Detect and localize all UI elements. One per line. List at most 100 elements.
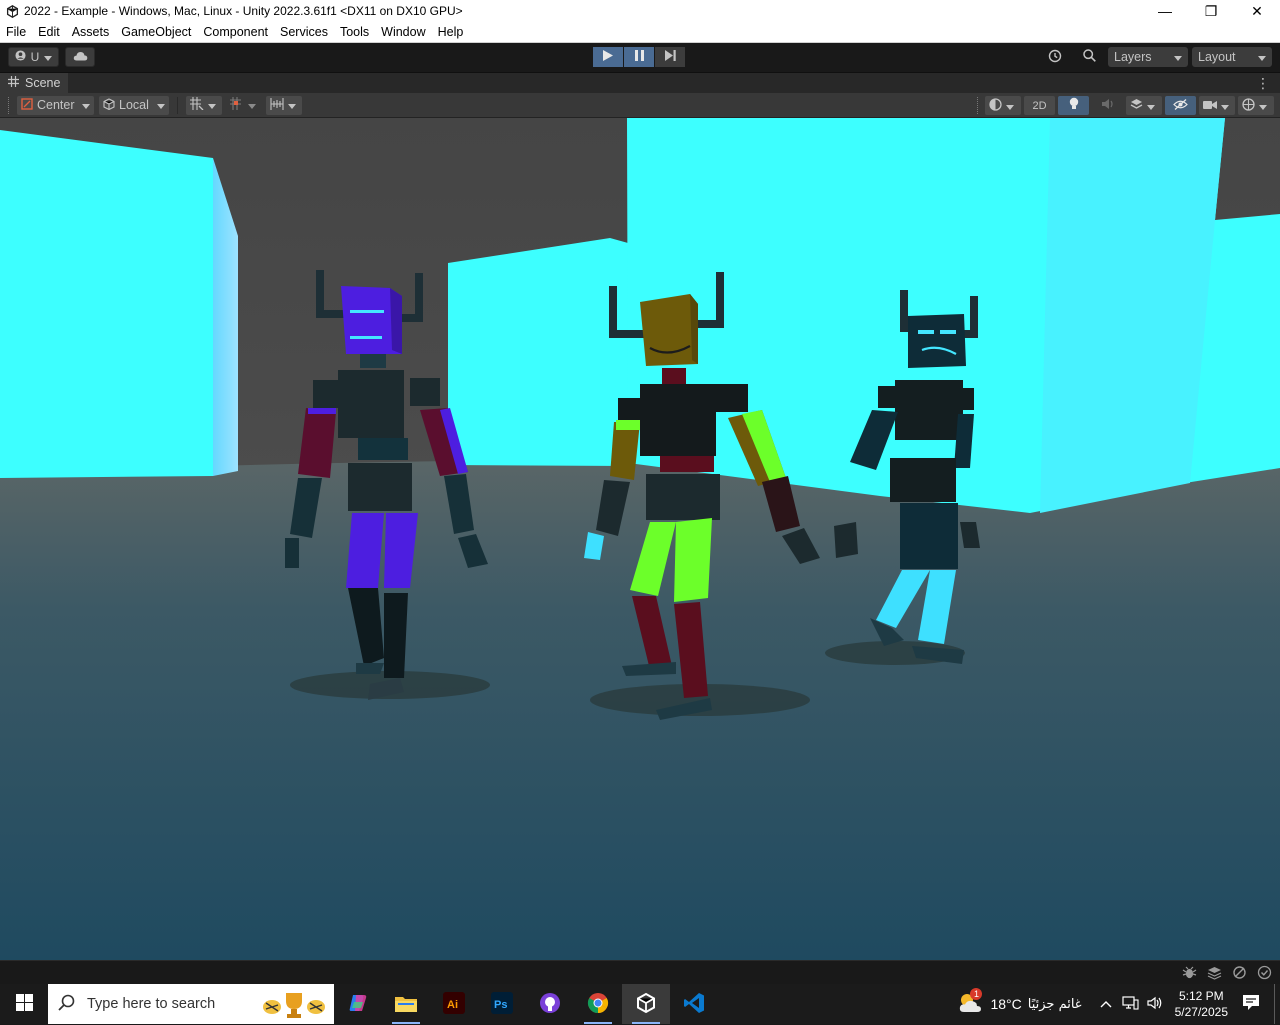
ruler-snap-dropdown[interactable] (266, 95, 302, 115)
account-dropdown[interactable]: U (8, 47, 59, 67)
space-label: Local (119, 98, 149, 112)
window-title: 2022 - Example - Windows, Mac, Linux - U… (24, 4, 463, 18)
toggle-2d-button[interactable]: 2D (1024, 96, 1055, 115)
lighting-bake-icon[interactable] (1232, 965, 1247, 983)
cloud-button[interactable] (65, 47, 95, 67)
step-button[interactable] (655, 47, 685, 67)
windows-taskbar: Type here to search Ai Ps 1 18°C غائم جز… (0, 984, 1280, 1024)
status-bar-icons (1182, 965, 1272, 983)
layers-stack-icon[interactable] (1207, 965, 1222, 983)
taskbar-vscode[interactable] (670, 984, 718, 1024)
chevron-down-icon (1258, 50, 1266, 64)
tab-scene[interactable]: Scene (0, 72, 69, 94)
chevron-up-icon[interactable] (1100, 997, 1112, 1011)
clock[interactable]: 5:12 PM 5/27/2025 (1175, 988, 1228, 1020)
menu-gameobject[interactable]: GameObject (115, 25, 197, 39)
camera-icon (1203, 99, 1217, 113)
debug-bug-icon[interactable] (1182, 965, 1197, 983)
menu-assets[interactable]: Assets (66, 25, 116, 39)
gizmos-dropdown[interactable] (1238, 96, 1274, 115)
github-icon (539, 992, 561, 1017)
check-circle-icon[interactable] (1257, 965, 1272, 983)
layers-dropdown[interactable]: Layers (1108, 47, 1188, 67)
camera-dropdown[interactable] (1199, 96, 1235, 115)
visibility-toggle-button[interactable] (1165, 96, 1196, 115)
snap-increment-icon (230, 97, 244, 113)
start-button[interactable] (0, 984, 48, 1024)
menu-tools[interactable]: Tools (334, 25, 375, 39)
toolbar-handle (977, 97, 980, 114)
menu-edit[interactable]: Edit (32, 25, 66, 39)
minimize-button[interactable]: — (1142, 0, 1188, 22)
illustrator-icon: Ai (443, 991, 465, 1017)
ruler-icon (270, 97, 284, 113)
play-button[interactable] (593, 47, 623, 67)
taskbar-unity[interactable] (622, 984, 670, 1024)
title-bar: 2022 - Example - Windows, Mac, Linux - U… (0, 0, 1280, 22)
taskbar-search-box[interactable]: Type here to search (48, 984, 334, 1024)
clock-time: 5:12 PM (1178, 989, 1224, 1003)
menu-file[interactable]: File (0, 25, 32, 39)
audio-toggle-button[interactable] (1092, 96, 1123, 115)
show-desktop-button[interactable] (1274, 984, 1280, 1024)
close-button[interactable]: ✕ (1234, 0, 1280, 22)
chevron-down-icon (1006, 99, 1014, 113)
taskbar-photoshop[interactable]: Ps (478, 984, 526, 1024)
pivot-center-dropdown[interactable]: Center (17, 95, 94, 115)
lighting-toggle-button[interactable] (1058, 96, 1089, 115)
svg-text:Ai: Ai (447, 999, 458, 1011)
maximize-button[interactable]: ❐ (1188, 0, 1234, 22)
toolbar-right: Layers Layout (1040, 47, 1272, 67)
search-icon (58, 994, 75, 1015)
taskbar-illustrator[interactable]: Ai (430, 984, 478, 1024)
pause-icon (634, 50, 644, 64)
scene-viewport[interactable] (0, 118, 1280, 960)
effects-dropdown[interactable] (1126, 96, 1162, 115)
menu-window[interactable]: Window (375, 25, 431, 39)
play-controls (593, 47, 685, 67)
grid-icon (8, 76, 19, 90)
cloud-icon (73, 50, 88, 64)
layers-stack-icon (1130, 98, 1143, 113)
notifications-icon[interactable] (1242, 994, 1260, 1014)
taskbar-file-explorer[interactable] (382, 984, 430, 1024)
scene-view-toolbar: Center Local 2D (0, 93, 1280, 118)
layout-dropdown[interactable]: Layout (1192, 47, 1272, 67)
network-icon[interactable] (1122, 995, 1139, 1013)
shading-sphere-icon (989, 97, 1002, 114)
chevron-down-icon (288, 98, 296, 112)
pause-button[interactable] (624, 47, 654, 67)
undo-history-button[interactable] (1040, 47, 1070, 67)
taskbar-copilot[interactable] (334, 984, 382, 1024)
draw-mode-dropdown[interactable] (985, 96, 1021, 115)
pivot-label: Center (37, 98, 75, 112)
menu-component[interactable]: Component (197, 25, 274, 39)
history-icon (1048, 49, 1062, 66)
space-local-dropdown[interactable]: Local (99, 95, 169, 115)
svg-text:Ps: Ps (494, 999, 507, 1011)
scene-render (0, 118, 1280, 960)
account-label: U (30, 50, 40, 64)
menu-help[interactable]: Help (432, 25, 470, 39)
kebab-menu-icon[interactable]: ⋮ (1256, 76, 1270, 90)
unity-logo-icon (635, 992, 657, 1017)
menu-services[interactable]: Services (274, 25, 334, 39)
weather-description: غائم جزئيًا (1027, 996, 1082, 1012)
windows-logo-icon (15, 994, 33, 1014)
menu-bar: File Edit Assets GameObject Component Se… (0, 22, 1280, 43)
grid-snap-icon (190, 97, 204, 113)
speaker-icon[interactable] (1147, 996, 1163, 1013)
increment-snap-dropdown[interactable] (226, 95, 262, 115)
search-placeholder: Type here to search (87, 996, 216, 1012)
grid-snap-dropdown[interactable] (186, 95, 222, 115)
weather-widget[interactable]: 1 18°C غائم جزئيًا (958, 987, 1082, 1017)
mode-2d-label: 2D (1032, 99, 1047, 112)
search-button[interactable] (1074, 47, 1104, 67)
taskbar-chrome[interactable] (574, 984, 622, 1024)
tab-scene-label: Scene (25, 76, 61, 90)
taskbar-github[interactable] (526, 984, 574, 1024)
main-toolbar: U Layers Layout (0, 43, 1280, 72)
scene-toolbar-right: 2D (977, 96, 1274, 115)
vscode-icon (683, 992, 705, 1017)
tab-bar-spacer (68, 72, 1256, 94)
